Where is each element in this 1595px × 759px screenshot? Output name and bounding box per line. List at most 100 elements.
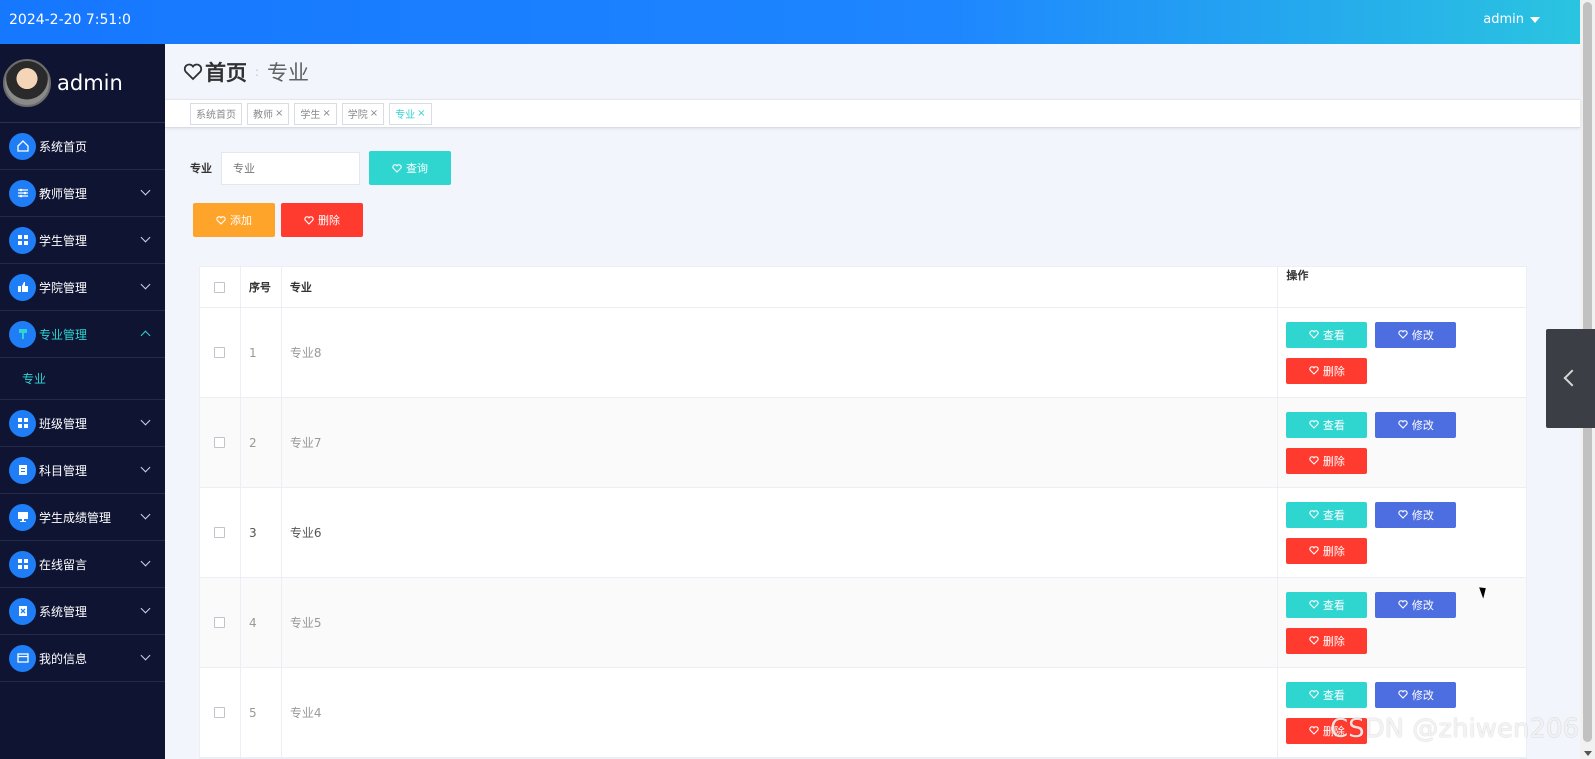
edit-button[interactable]: 修改: [1375, 681, 1457, 708]
row-actions: 查看 修改删除: [1278, 488, 1526, 577]
close-icon[interactable]: ×: [417, 108, 425, 119]
edit-button-label[interactable]: 修改: [1412, 417, 1434, 433]
edit-button-label[interactable]: 修改: [1412, 597, 1434, 613]
view-button[interactable]: 查看: [1286, 411, 1368, 438]
sidebar-item-home[interactable]: 系统首页: [0, 123, 165, 170]
sidebar-item-label: 我的信息: [39, 651, 88, 666]
main-content: 首页 : 专业 系统首页 教师× 学生× 学院× 专业× 专业 查询 添加 删除…: [165, 44, 1580, 759]
row-name: 专业6: [282, 488, 1279, 577]
chevron-down-icon: [140, 650, 151, 661]
delete-button[interactable]: 删除: [1286, 447, 1368, 474]
row-actions-line: 查看 修改: [1286, 501, 1457, 528]
sidebar-item-label: 专业管理: [39, 327, 88, 342]
sidebar-item-messages[interactable]: 在线留言: [0, 541, 165, 588]
caret-down-icon[interactable]: [1530, 16, 1540, 23]
tab-label[interactable]: 系统首页: [196, 106, 236, 121]
sidebar-item-colleges[interactable]: 学院管理: [0, 264, 165, 311]
delete-button[interactable]: 删除: [1286, 627, 1368, 654]
view-button-label[interactable]: 查看: [1323, 507, 1345, 523]
row-checkbox[interactable]: [214, 347, 226, 358]
side-panel-toggle[interactable]: [1546, 329, 1595, 428]
table-row: 2 专业7 查看 修改 删除: [200, 398, 1526, 488]
sidebar-item-system[interactable]: 系统管理: [0, 588, 165, 635]
scroll-down-arrow-icon[interactable]: [1584, 751, 1592, 756]
tab-label[interactable]: 学生: [300, 106, 320, 121]
tab-colleges[interactable]: 学院 ×: [341, 102, 385, 125]
search-form: 专业 查询: [190, 151, 451, 185]
sidebar-item-my-info[interactable]: 我的信息: [0, 635, 165, 682]
edit-button-label[interactable]: 修改: [1412, 507, 1434, 523]
heart-icon: [1398, 600, 1408, 609]
sidebar-item-subjects[interactable]: 科目管理: [0, 447, 165, 494]
delete-button-label[interactable]: 删除: [1323, 453, 1345, 469]
tab-label[interactable]: 学院: [348, 106, 368, 121]
tab-system-home[interactable]: 系统首页: [190, 102, 242, 125]
heart-icon: [1309, 726, 1319, 735]
tab-label[interactable]: 专业: [395, 106, 415, 121]
row-actions: 查看 修改删除: [1278, 308, 1526, 397]
sidebar-item-majors[interactable]: 专业管理: [0, 311, 165, 358]
tab-teachers[interactable]: 教师 ×: [247, 102, 290, 125]
top-bar: 2024-2-20 7:51:0 admin: [0, 0, 1580, 44]
sidebar-subitem-major[interactable]: 专业: [0, 358, 165, 400]
tab-students[interactable]: 学生 ×: [294, 102, 337, 125]
view-button-label[interactable]: 查看: [1323, 597, 1345, 613]
edit-button[interactable]: 修改: [1375, 501, 1457, 528]
tab-majors[interactable]: 专业 ×: [389, 102, 432, 125]
search-input[interactable]: [221, 151, 360, 185]
search-button-label[interactable]: 查询: [406, 160, 428, 176]
batch-delete-button[interactable]: 删除: [281, 203, 363, 237]
chevron-down-icon: [140, 603, 151, 614]
edit-button-label[interactable]: 修改: [1412, 687, 1434, 703]
header-no: 序号: [241, 267, 282, 307]
profile-block: admin: [0, 44, 165, 123]
row-checkbox-cell: [200, 488, 241, 577]
delete-button-label[interactable]: 删除: [1323, 543, 1345, 559]
edit-button[interactable]: 修改: [1375, 591, 1457, 618]
edit-button[interactable]: 修改: [1375, 411, 1457, 438]
view-button-label[interactable]: 查看: [1323, 417, 1345, 433]
table-row: 5 专业4 查看 修改 删除: [200, 668, 1526, 758]
close-icon[interactable]: ×: [322, 108, 330, 119]
close-icon[interactable]: ×: [275, 108, 283, 119]
delete-button-label[interactable]: 删除: [1323, 633, 1345, 649]
table-row: 4 专业5 查看 修改 删除: [200, 578, 1526, 668]
view-button[interactable]: 查看: [1286, 681, 1368, 708]
breadcrumb-home[interactable]: 首页: [183, 57, 247, 87]
search-button[interactable]: 查询: [369, 151, 451, 185]
close-icon[interactable]: ×: [370, 108, 378, 119]
row-checkbox[interactable]: [214, 707, 226, 718]
delete-button[interactable]: 删除: [1286, 357, 1368, 384]
view-button[interactable]: 查看: [1286, 591, 1368, 618]
delete-button[interactable]: 删除: [1286, 537, 1368, 564]
search-label: 专业: [190, 162, 212, 175]
row-actions-line: 删除: [1286, 447, 1368, 474]
batch-delete-label[interactable]: 删除: [318, 212, 340, 228]
view-button-label[interactable]: 查看: [1323, 327, 1345, 343]
user-name[interactable]: admin: [1483, 12, 1524, 27]
sidebar-item-grades[interactable]: 学生成绩管理: [0, 494, 165, 541]
edit-button[interactable]: 修改: [1375, 321, 1457, 348]
add-button-label[interactable]: 添加: [230, 212, 252, 228]
tab-label[interactable]: 教师: [253, 106, 273, 121]
chevron-up-icon: [140, 330, 151, 341]
select-all-checkbox[interactable]: [214, 281, 226, 293]
view-button[interactable]: 查看: [1286, 321, 1368, 348]
row-no: 2: [241, 398, 282, 487]
breadcrumb-home-label[interactable]: 首页: [205, 57, 247, 87]
row-checkbox[interactable]: [214, 527, 226, 538]
add-button[interactable]: 添加: [193, 203, 275, 237]
row-checkbox[interactable]: [214, 617, 226, 628]
view-button[interactable]: 查看: [1286, 501, 1368, 528]
delete-button-label[interactable]: 删除: [1323, 363, 1345, 379]
action-toolbar: 添加 删除: [193, 203, 363, 237]
paint-roller-icon: [9, 320, 36, 348]
user-menu[interactable]: admin: [1483, 12, 1540, 27]
sidebar-item-teachers[interactable]: 教师管理: [0, 170, 165, 217]
edit-button-label[interactable]: 修改: [1412, 327, 1434, 343]
view-button-label[interactable]: 查看: [1323, 687, 1345, 703]
chevron-left-icon[interactable]: [1563, 369, 1581, 387]
sidebar-item-classes[interactable]: 班级管理: [0, 400, 165, 447]
row-checkbox[interactable]: [214, 437, 226, 448]
sidebar-item-students[interactable]: 学生管理: [0, 217, 165, 264]
